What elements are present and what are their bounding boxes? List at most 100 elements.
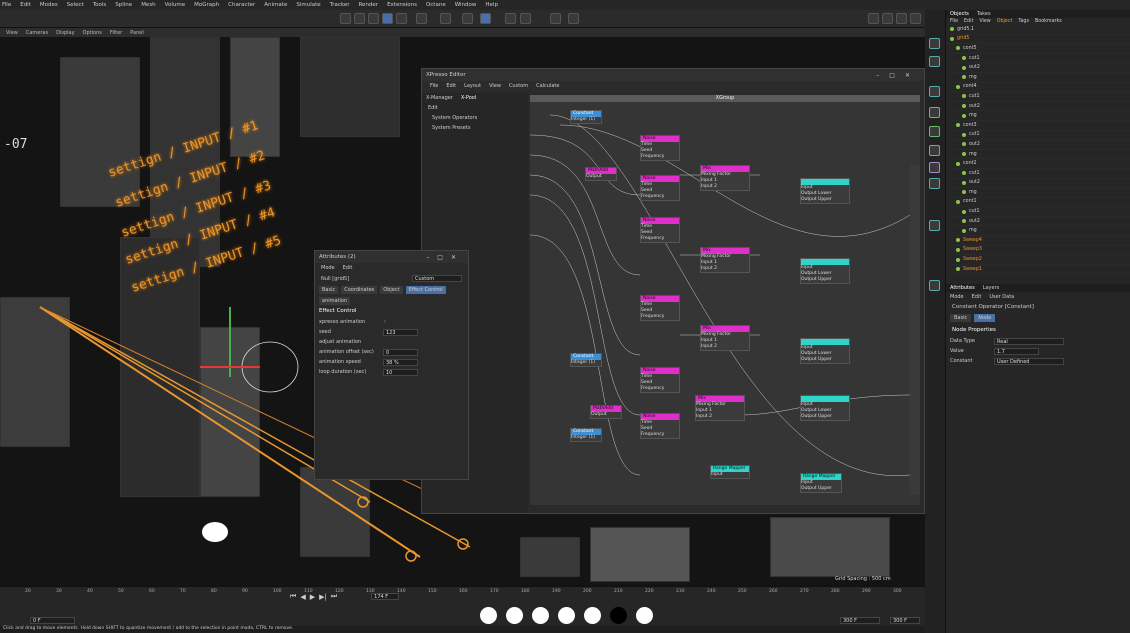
object-item[interactable]: mg	[946, 111, 1130, 121]
vp-menu-cameras[interactable]: Cameras	[26, 30, 48, 36]
camera-icon[interactable]	[929, 178, 940, 189]
menu-render[interactable]: Render	[358, 2, 378, 8]
object-item[interactable]: cont5	[946, 44, 1130, 54]
text-icon[interactable]	[929, 86, 940, 97]
next-key-icon[interactable]: ▶|	[319, 593, 327, 601]
attr-checkbox[interactable]: ✓	[383, 319, 387, 325]
mix-node[interactable]: Mix Mixing Factor Input 1 Input 2	[700, 165, 750, 191]
start-frame-field[interactable]: 0 F	[30, 617, 75, 624]
range-mapper-node[interactable]: Range Mapper Input Output Upper	[800, 473, 842, 493]
play-icon[interactable]: ▶	[310, 593, 315, 601]
noise-node[interactable]: Noise Time Seed Frequency	[640, 135, 680, 161]
object-item[interactable]: grid5	[946, 35, 1130, 45]
pool-system-presets[interactable]: System Presets	[422, 123, 528, 133]
menu-mesh[interactable]: Mesh	[141, 2, 155, 8]
vp-menu-panel[interactable]: Panel	[130, 30, 144, 36]
tab-animation[interactable]: animation	[319, 297, 351, 305]
pool-system-operators[interactable]: System Operators	[422, 113, 528, 123]
object-item[interactable]: cut1	[946, 169, 1130, 179]
menu-edit[interactable]: Edit	[20, 2, 31, 8]
range-node[interactable]: Input Output Lower Output Upper	[800, 338, 850, 364]
window-controls[interactable]: –□✕	[876, 72, 920, 79]
xpresso-graph[interactable]: XGroup Constant Integer (1) Noise Time Seed…	[530, 95, 920, 505]
range-node[interactable]: Input Output Lower Output Upper	[800, 178, 850, 204]
tab-coordinates[interactable]: Coordinates	[341, 286, 378, 294]
obj-menu-bookmarks[interactable]: Bookmarks	[1035, 19, 1062, 24]
render-region-icon[interactable]	[568, 13, 579, 24]
obj-menu-edit[interactable]: Edit	[964, 19, 973, 24]
custom-dropdown[interactable]: Custom	[412, 275, 462, 282]
ap-menu-edit[interactable]: Edit	[972, 294, 982, 300]
attr-field[interactable]: 123	[383, 328, 418, 336]
layout-icon-3[interactable]	[896, 13, 907, 24]
max-frame-field[interactable]: 300 F	[890, 617, 920, 624]
menu-select[interactable]: Select	[67, 2, 84, 8]
subdivision-icon[interactable]	[929, 107, 940, 118]
render-settings-icon[interactable]	[520, 13, 531, 24]
picture-viewer-icon[interactable]	[550, 13, 561, 24]
tab-x-manager[interactable]: X-Manager	[426, 95, 453, 101]
tab-layers[interactable]: Layers	[983, 285, 1000, 291]
object-item[interactable]: out2	[946, 179, 1130, 189]
object-item[interactable]: mg	[946, 150, 1130, 160]
noise-node[interactable]: Noise Time Seed Frequency	[640, 217, 680, 243]
key-dot[interactable]	[636, 607, 653, 624]
mix-node[interactable]: Mix Mixing Factor Input 1 Input 2	[700, 325, 750, 351]
render-view-icon[interactable]	[505, 13, 516, 24]
value-field[interactable]: 1.7	[994, 347, 1039, 355]
xp-menu-edit[interactable]: Edit	[446, 83, 456, 89]
vp-menu-filter[interactable]: Filter	[110, 30, 122, 36]
axis-icon[interactable]	[416, 13, 427, 24]
mathadd-node[interactable]: MathAdd Output	[590, 405, 622, 419]
timeline-ruler[interactable]: 20 30 40 50 60 70 80 90 100 110 120 130 140 150 160 170…	[0, 587, 925, 597]
object-item[interactable]: cont3	[946, 121, 1130, 131]
cube-icon[interactable]	[929, 38, 940, 49]
attr-field[interactable]: 10	[383, 368, 418, 376]
noise-node[interactable]: Noise Time Seed Frequency	[640, 295, 680, 321]
menu-extensions[interactable]: Extensions	[387, 2, 417, 8]
object-item[interactable]: cut1	[946, 131, 1130, 141]
object-item[interactable]: out2	[946, 63, 1130, 73]
range-node[interactable]: Input Output Lower Output Upper	[800, 395, 850, 421]
key-dot[interactable]	[480, 607, 497, 624]
menu-volume[interactable]: Volume	[165, 2, 185, 8]
xp-menu-file[interactable]: File	[430, 83, 438, 89]
cloner-icon[interactable]	[929, 126, 940, 137]
layout-icon-4[interactable]	[910, 13, 921, 24]
tab-object[interactable]: Object	[380, 286, 403, 294]
material-icon[interactable]	[929, 280, 940, 291]
current-frame-field[interactable]: 174 F	[371, 593, 400, 600]
object-item[interactable]: Sweep4	[946, 236, 1130, 246]
xp-menu-custom[interactable]: Custom	[509, 83, 528, 89]
constant-node[interactable]: Constant Integer (1)	[570, 353, 602, 367]
window-controls[interactable]: –□✕	[426, 254, 464, 261]
pen-icon[interactable]	[929, 56, 940, 67]
menu-file[interactable]: File	[2, 2, 11, 8]
ap-menu-mode[interactable]: Mode	[950, 294, 964, 300]
constant-node[interactable]: Constant Integer (1)	[570, 428, 602, 442]
tab-basic[interactable]: Basic	[319, 286, 339, 294]
key-dot[interactable]	[610, 607, 627, 624]
ap-menu-user-data[interactable]: User Data	[989, 294, 1014, 300]
points-mode-icon[interactable]	[396, 13, 407, 24]
tab-objects[interactable]: Objects	[950, 11, 969, 17]
xp-menu-layout[interactable]: Layout	[464, 83, 481, 89]
object-item[interactable]: Sweep1	[946, 265, 1130, 275]
noise-node[interactable]: Noise Time Seed Frequency	[640, 367, 680, 393]
model-mode-icon[interactable]	[382, 13, 393, 24]
goto-start-icon[interactable]: ⏮	[290, 592, 296, 601]
data-type-dropdown[interactable]: Real	[994, 337, 1064, 345]
light-icon[interactable]	[929, 220, 940, 231]
object-item[interactable]: cut1	[946, 92, 1130, 102]
end-frame-field[interactable]: 300 F	[840, 617, 880, 624]
object-item[interactable]: mg	[946, 188, 1130, 198]
move-tool-icon[interactable]	[340, 13, 351, 24]
prev-key-icon[interactable]: ◀	[300, 593, 305, 601]
object-item[interactable]: cont2	[946, 159, 1130, 169]
object-item[interactable]: mg	[946, 73, 1130, 83]
mix-node[interactable]: Mix Mixing Factor Input 1 Input 2	[695, 395, 745, 421]
object-item[interactable]: mg	[946, 226, 1130, 237]
mix-node[interactable]: Mix Mixing Factor Input 1 Input 2	[700, 247, 750, 273]
xp-menu-calculate[interactable]: Calculate	[536, 83, 559, 89]
rotate-tool-icon[interactable]	[368, 13, 379, 24]
